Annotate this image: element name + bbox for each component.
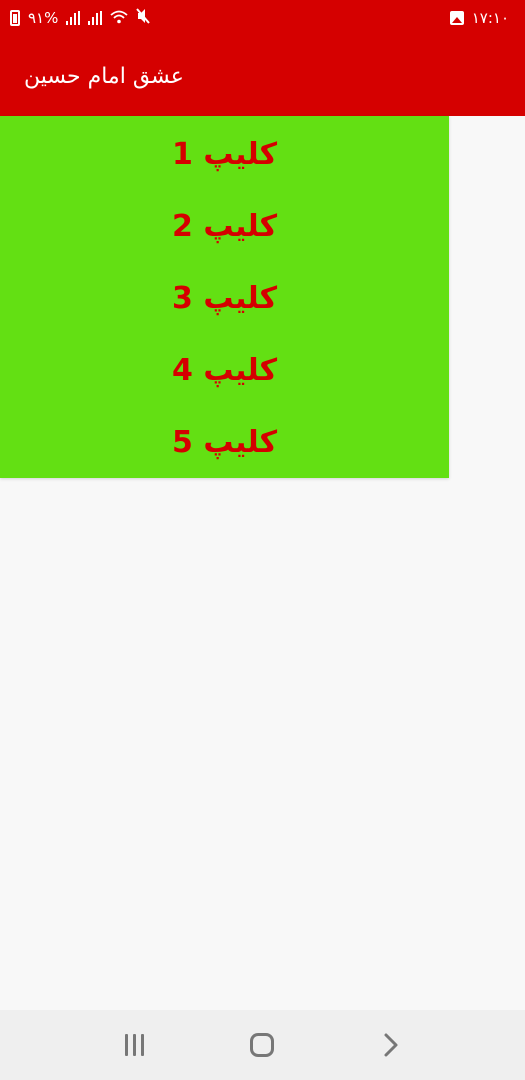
- home-button[interactable]: [232, 1020, 292, 1070]
- clip-item-4[interactable]: کلیپ 4: [0, 334, 449, 406]
- status-right: ۱۷:۱۰: [449, 9, 509, 27]
- navigation-bar: [0, 1010, 525, 1080]
- signal-icon-2: [88, 11, 103, 25]
- status-left: ۹۱%: [10, 8, 151, 28]
- status-time: ۱۷:۱۰: [471, 9, 509, 27]
- mute-icon: [136, 8, 151, 28]
- clip-list: کلیپ 1 کلیپ 2 کلیپ 3 کلیپ 4 کلیپ 5: [0, 116, 449, 478]
- recents-icon: [124, 1034, 144, 1056]
- back-button[interactable]: [361, 1020, 421, 1070]
- clip-item-2[interactable]: کلیپ 2: [0, 190, 449, 262]
- battery-percent: ۹۱%: [28, 9, 59, 27]
- recents-button[interactable]: [104, 1020, 164, 1070]
- status-bar: ۹۱% ۱۷:۱۰: [0, 0, 525, 36]
- app-title: عشق امام حسین: [24, 63, 184, 89]
- app-bar: عشق امام حسین: [0, 36, 525, 116]
- screen: ۹۱% ۱۷:۱۰ عشق امام حسین کلیپ 1 کلیپ 2 کل…: [0, 0, 525, 1080]
- clip-item-3[interactable]: کلیپ 3: [0, 262, 449, 334]
- clip-item-1[interactable]: کلیپ 1: [0, 118, 449, 190]
- signal-icon: [66, 11, 81, 25]
- clip-item-5[interactable]: کلیپ 5: [0, 406, 449, 478]
- home-icon: [250, 1033, 275, 1057]
- gallery-icon: [449, 11, 464, 25]
- battery-icon: [10, 10, 20, 26]
- back-icon: [383, 1032, 399, 1058]
- wifi-icon: [110, 10, 128, 27]
